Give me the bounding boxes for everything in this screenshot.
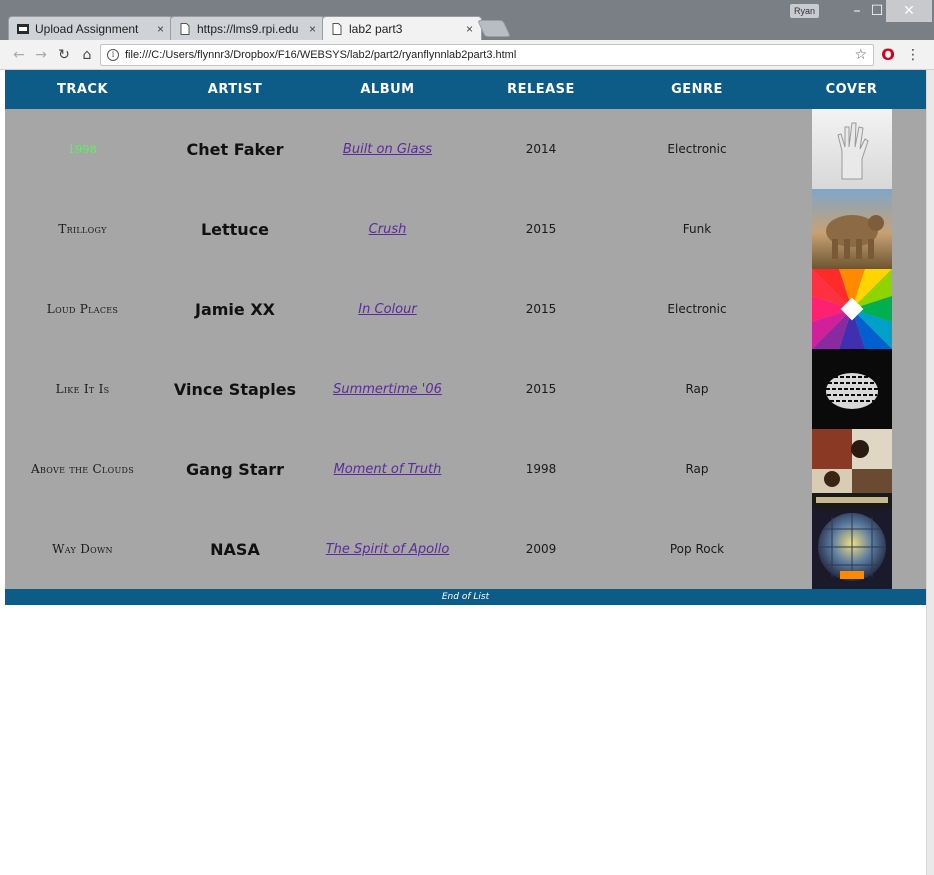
tab-label: Upload Assignment bbox=[35, 21, 139, 36]
album-cell: Crush bbox=[310, 189, 465, 269]
album-link[interactable]: In Colour bbox=[358, 302, 416, 317]
genre-cell: Electronic bbox=[667, 302, 727, 316]
table-row: Like It Is Vince Staples Summertime '06 … bbox=[5, 349, 926, 429]
album-cell: The Spirit of Apollo bbox=[310, 509, 465, 589]
spirit-of-apollo-cover bbox=[811, 509, 892, 589]
table-row: Way Down NASA The Spirit of Apollo 2009 … bbox=[5, 509, 926, 589]
album-cell: Built on Glass bbox=[310, 109, 465, 189]
table-row: Above the Clouds Gang Starr Moment of Tr… bbox=[5, 429, 926, 509]
tab-label: https://lms9.rpi.edu bbox=[197, 21, 299, 36]
release-cell: 2009 bbox=[525, 542, 557, 556]
table-header-row: TRACK ARTIST ALBUM RELEASE GENRE COVER bbox=[5, 70, 926, 109]
album-link[interactable]: Crush bbox=[369, 222, 407, 237]
cover-cell bbox=[777, 269, 926, 349]
new-tab-button[interactable] bbox=[477, 20, 511, 37]
genre-cell: Rap bbox=[685, 462, 709, 476]
album-cell: In Colour bbox=[310, 269, 465, 349]
info-icon[interactable]: i bbox=[107, 49, 119, 61]
tab-label: lab2 part3 bbox=[349, 21, 403, 36]
address-bar[interactable]: i file:///C:/Users/flynnr3/Dropbox/F16/W… bbox=[100, 44, 874, 66]
user-profile-badge[interactable]: Ryan bbox=[790, 4, 820, 18]
genre-cell: Rap bbox=[685, 382, 709, 396]
opera-extension-icon[interactable]: O bbox=[880, 45, 896, 65]
tab-strip: Upload Assignment × https://lms9.rpi.edu… bbox=[0, 0, 934, 40]
track-cell: Like It Is bbox=[55, 382, 110, 396]
genre-cell: Pop Rock bbox=[669, 542, 725, 556]
page-icon bbox=[332, 22, 342, 35]
table-row: Loud Places Jamie XX In Colour 2015 Elec… bbox=[5, 269, 926, 349]
built-on-glass-cover bbox=[811, 109, 892, 189]
release-cell: 2015 bbox=[525, 302, 557, 316]
artist-cell: Vince Staples bbox=[173, 379, 297, 399]
url-text: file:///C:/Users/flynnr3/Dropbox/F16/WEB… bbox=[125, 49, 517, 61]
page-content: TRACK ARTIST ALBUM RELEASE GENRE COVER 1… bbox=[5, 70, 926, 875]
track-cell: 1998 bbox=[67, 142, 98, 156]
track-cell: Loud Places bbox=[46, 302, 119, 316]
tab-close-icon[interactable]: × bbox=[466, 22, 473, 36]
page-icon bbox=[180, 22, 190, 35]
header-release: RELEASE bbox=[507, 82, 575, 97]
header-track: TRACK bbox=[56, 82, 109, 97]
music-table: TRACK ARTIST ALBUM RELEASE GENRE COVER 1… bbox=[5, 70, 926, 605]
back-icon[interactable]: ← bbox=[10, 45, 28, 65]
scrollbar[interactable] bbox=[926, 70, 934, 875]
album-cell: Moment of Truth bbox=[310, 429, 465, 509]
track-cell: Trillogy bbox=[58, 222, 107, 236]
tab-lab2-part3[interactable]: lab2 part3 × bbox=[322, 16, 482, 40]
cover-cell bbox=[777, 429, 926, 509]
release-cell: 2015 bbox=[525, 222, 557, 236]
cover-cell bbox=[777, 109, 926, 189]
artist-cell: Chet Faker bbox=[186, 139, 284, 159]
artist-cell: Jamie XX bbox=[195, 299, 275, 319]
album-cell: Summertime '06 bbox=[310, 349, 465, 429]
table-row: 1998 Chet Faker Built on Glass 2014 Elec… bbox=[5, 109, 926, 189]
cover-cell bbox=[777, 189, 926, 269]
browser-toolbar: ← → ↻ ⌂ i file:///C:/Users/flynnr3/Dropb… bbox=[0, 40, 934, 70]
end-of-list-text: End of List bbox=[441, 592, 490, 602]
header-genre: GENRE bbox=[671, 82, 723, 97]
release-cell: 2014 bbox=[525, 142, 557, 156]
header-artist: ARTIST bbox=[207, 82, 263, 97]
table-row: Trillogy Lettuce Crush 2015 Funk bbox=[5, 189, 926, 269]
moment-of-truth-cover bbox=[811, 429, 892, 509]
summertime-06-cover bbox=[811, 349, 892, 429]
reload-icon[interactable]: ↻ bbox=[55, 45, 73, 65]
header-cover: COVER bbox=[825, 82, 878, 97]
table-footer-row: End of List bbox=[5, 589, 926, 605]
forward-icon[interactable]: → bbox=[32, 45, 50, 65]
close-window-icon[interactable]: ✕ bbox=[886, 0, 932, 22]
artist-cell: NASA bbox=[210, 539, 260, 559]
album-link[interactable]: The Spirit of Apollo bbox=[326, 542, 450, 557]
tab-upload-assignment[interactable]: Upload Assignment × bbox=[8, 16, 173, 40]
genre-cell: Funk bbox=[682, 222, 712, 236]
album-link[interactable]: Moment of Truth bbox=[334, 462, 442, 477]
bookmark-star-icon[interactable]: ☆ bbox=[854, 47, 867, 63]
menu-icon[interactable]: ⋮ bbox=[906, 45, 920, 65]
release-cell: 1998 bbox=[525, 462, 557, 476]
album-link[interactable]: Summertime '06 bbox=[333, 382, 442, 397]
tab-close-icon[interactable]: × bbox=[309, 22, 316, 36]
artist-cell: Lettuce bbox=[200, 219, 270, 239]
cover-cell bbox=[777, 509, 926, 589]
album-link[interactable]: Built on Glass bbox=[343, 142, 432, 157]
browser-chrome: Upload Assignment × https://lms9.rpi.edu… bbox=[0, 0, 934, 70]
blackboard-icon bbox=[17, 23, 29, 34]
artist-cell: Gang Starr bbox=[185, 459, 285, 479]
tab-lms[interactable]: https://lms9.rpi.edu × bbox=[170, 16, 325, 40]
in-colour-cover bbox=[811, 269, 892, 349]
release-cell: 2015 bbox=[525, 382, 557, 396]
genre-cell: Electronic bbox=[667, 142, 727, 156]
tab-close-icon[interactable]: × bbox=[157, 22, 164, 36]
crush-cover bbox=[811, 189, 892, 269]
track-cell: Above the Clouds bbox=[31, 462, 134, 476]
header-album: ALBUM bbox=[360, 82, 415, 97]
cover-cell bbox=[777, 349, 926, 429]
home-icon[interactable]: ⌂ bbox=[78, 45, 96, 65]
track-cell: Way Down bbox=[52, 542, 113, 556]
